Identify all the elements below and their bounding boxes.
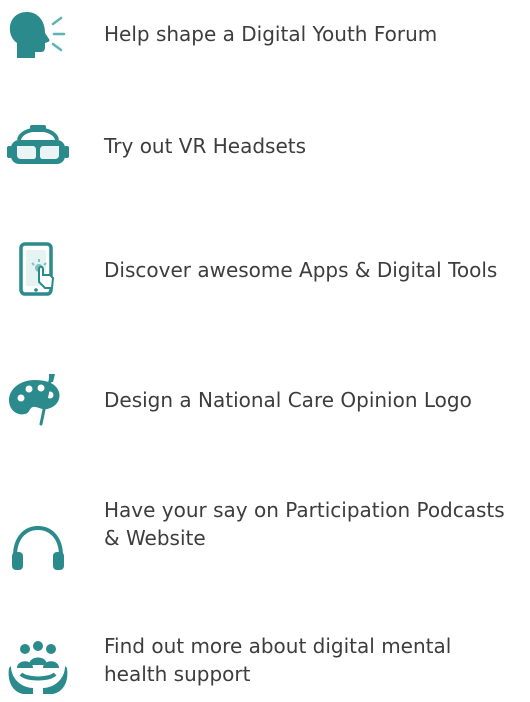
item-label: Help shape a Digital Youth Forum: [104, 22, 438, 46]
activity-list: Help shape a Digital Youth Forum Try out…: [0, 0, 530, 702]
headphones-icon: [2, 516, 74, 576]
speaking-head-icon: [2, 6, 74, 66]
list-item: Find out more about digital mental healt…: [0, 626, 530, 702]
tablet-touch-icon: [2, 240, 74, 300]
item-label: Try out VR Headsets: [104, 134, 307, 158]
item-label: Discover awesome Apps & Digital Tools: [104, 258, 498, 282]
list-item: Discover awesome Apps & Digital Tools: [0, 236, 530, 296]
paint-palette-icon: [2, 370, 74, 430]
list-item: Try out VR Headsets: [0, 116, 530, 176]
vr-headset-icon: [2, 116, 74, 176]
item-label: Design a National Care Opinion Logo: [104, 388, 472, 412]
list-item: Design a National Care Opinion Logo: [0, 366, 530, 426]
list-item: Help shape a Digital Youth Forum: [0, 8, 530, 60]
item-label: Find out more about digital mental healt…: [104, 634, 452, 686]
item-label: Have your say on Participation Podcasts …: [104, 498, 505, 550]
list-item: Have your say on Participation Podcasts …: [0, 496, 530, 576]
people-support-icon: [2, 638, 74, 698]
